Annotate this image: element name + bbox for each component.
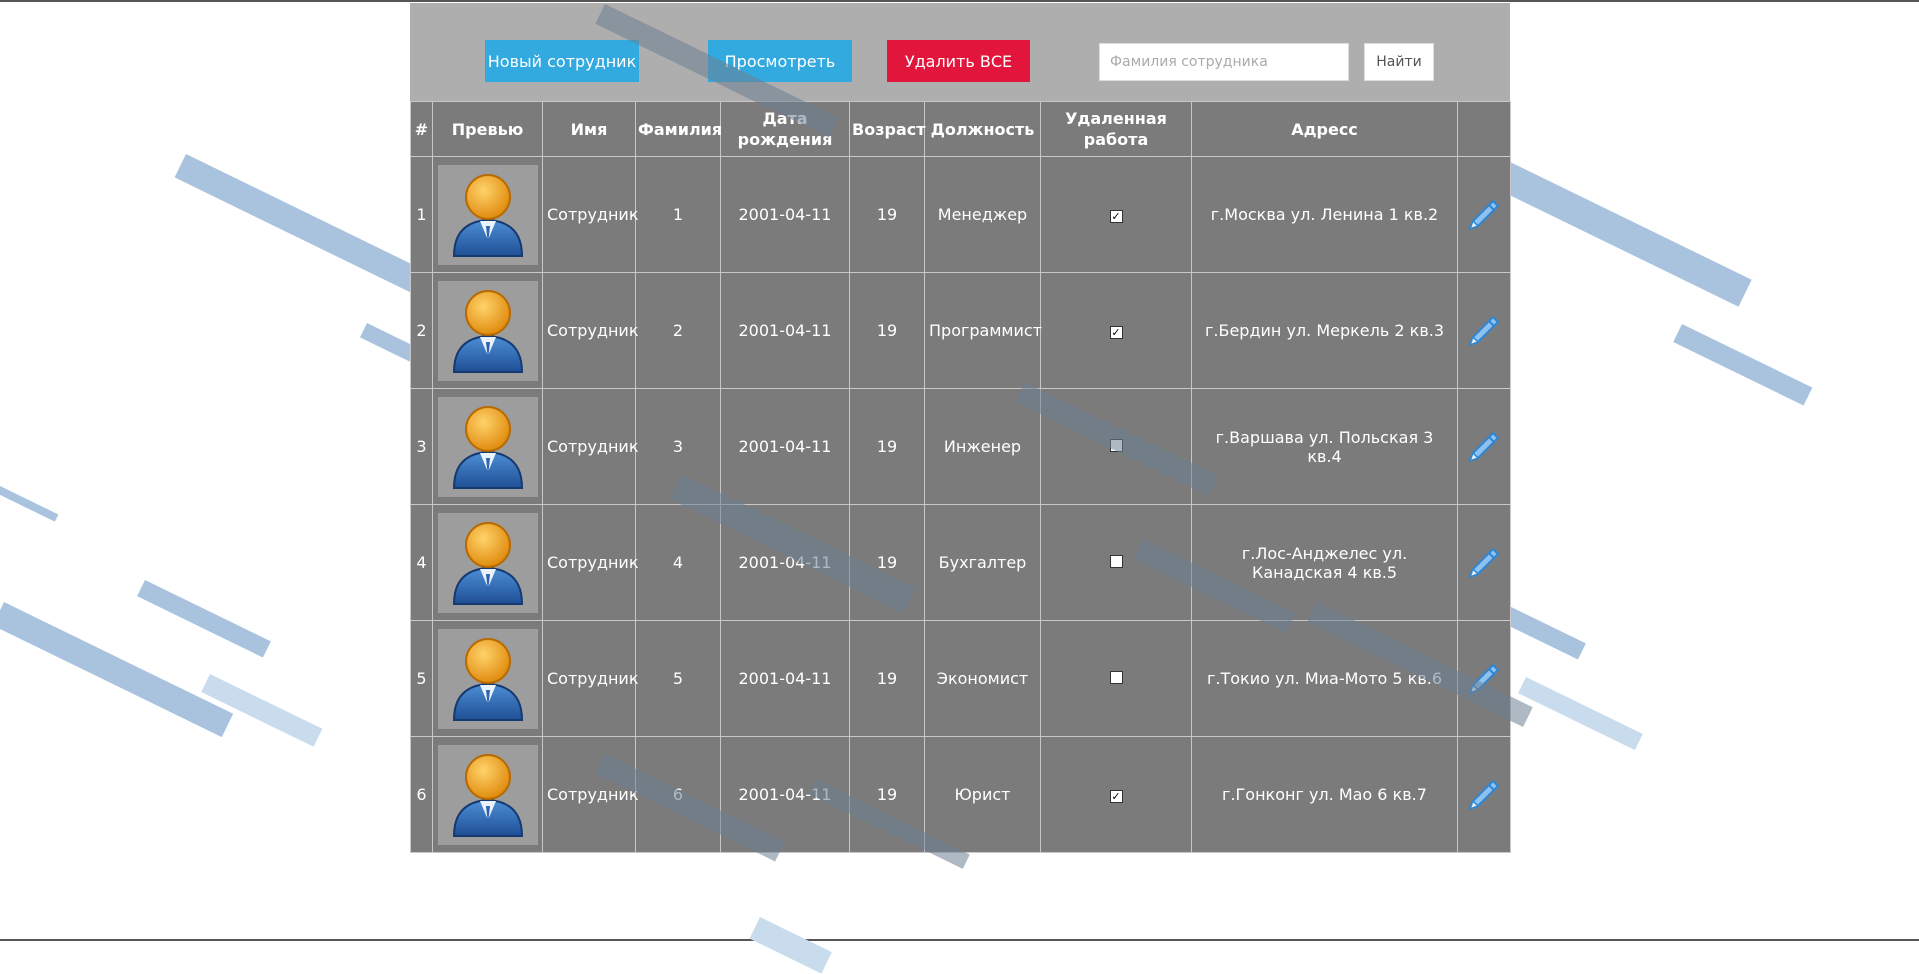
employee-table: # Превью Имя Фамилия Дата рождения Возра… [410, 101, 1511, 853]
cell-birth-date: 2001-04-11 [720, 156, 850, 273]
background-stripe [137, 580, 271, 658]
cell-birth-date: 2001-04-11 [720, 620, 850, 737]
cell-address: г.Гонконг ул. Мао 6 кв.7 [1191, 736, 1458, 853]
cell-first-name: Сотрудник [542, 620, 639, 737]
table-row: 1 Сотрудник 1 2001-04-11 19 Менеджер ✓ г… [410, 156, 1511, 273]
cell-position: Бухгалтер [924, 504, 1041, 621]
cell-num: 3 [410, 388, 433, 505]
cell-edit [1457, 156, 1511, 273]
cell-remote: ✓ [1040, 736, 1192, 853]
cell-edit [1457, 736, 1511, 853]
background-stripe [1673, 324, 1813, 406]
background-stripe [0, 486, 59, 522]
cell-position: Экономист [924, 620, 1041, 737]
column-header-last-name: Фамилия [635, 101, 722, 157]
cell-preview [432, 272, 543, 389]
cell-first-name: Сотрудник [542, 272, 639, 389]
cell-remote: ✓ [1040, 272, 1192, 389]
cell-preview [432, 620, 543, 737]
cell-num: 5 [410, 620, 433, 737]
user-avatar-icon[interactable] [437, 744, 538, 845]
cell-address: г.Бердин ул. Меркель 2 кв.3 [1191, 272, 1458, 389]
pencil-icon[interactable] [1462, 313, 1506, 349]
cell-position: Программист [924, 272, 1042, 389]
table-row: 2 Сотрудник 2 2001-04-11 19 Программист … [410, 272, 1511, 389]
cell-num: 4 [410, 504, 433, 621]
background-stripe [749, 917, 832, 974]
background-stripe [1518, 677, 1643, 751]
user-avatar-icon[interactable] [437, 280, 538, 381]
employee-panel: Новый сотрудник Просмотреть Удалить ВСЕ … [410, 3, 1511, 853]
toolbar: Новый сотрудник Просмотреть Удалить ВСЕ … [410, 3, 1510, 101]
table-row: 4 Сотрудник 4 2001-04-11 19 Бухгалтер г.… [410, 504, 1511, 621]
user-avatar-icon[interactable] [437, 396, 538, 497]
cell-first-name: Сотрудник [542, 736, 639, 853]
background-stripe [1486, 157, 1752, 307]
cell-first-name: Сотрудник [542, 156, 639, 273]
cell-num: 1 [410, 156, 433, 273]
cell-preview [432, 504, 543, 621]
column-header-remote: Удаленная работа [1040, 101, 1192, 157]
cell-address: г.Токио ул. Миа-Мото 5 кв.6 [1191, 620, 1458, 737]
user-avatar-icon[interactable] [437, 628, 538, 729]
cell-last-name: 2 [635, 272, 721, 389]
column-header-age: Возраст [849, 101, 926, 157]
cell-address: г.Варшава ул. Польская 3 кв.4 [1191, 388, 1458, 505]
pencil-icon[interactable] [1462, 429, 1506, 465]
cell-remote [1040, 620, 1192, 737]
cell-first-name: Сотрудник [542, 504, 639, 621]
cell-last-name: 5 [635, 620, 721, 737]
cell-address: г.Москва ул. Ленина 1 кв.2 [1191, 156, 1458, 273]
cell-last-name: 4 [635, 504, 721, 621]
cell-num: 6 [410, 736, 433, 853]
cell-edit [1457, 272, 1511, 389]
cell-preview [432, 736, 543, 853]
cell-preview [432, 156, 543, 273]
remote-checkbox[interactable]: ✓ [1109, 326, 1123, 339]
cell-num: 2 [410, 272, 433, 389]
pencil-icon[interactable] [1462, 777, 1506, 813]
cell-last-name: 1 [635, 156, 721, 273]
cell-birth-date: 2001-04-11 [720, 388, 850, 505]
cell-preview [432, 388, 543, 505]
cell-position: Менеджер [924, 156, 1041, 273]
table-row: 6 Сотрудник 2001-04-11 19 Юрист ✓ г.Гонк… [410, 736, 1511, 853]
remote-checkbox[interactable] [1109, 555, 1123, 568]
new-employee-button[interactable]: Новый сотрудник [485, 40, 639, 82]
remote-checkbox[interactable]: ✓ [1109, 790, 1123, 803]
cell-remote: ✓ [1040, 156, 1192, 273]
pencil-icon[interactable] [1462, 197, 1506, 233]
column-header-edit [1457, 101, 1511, 157]
cell-age: 19 [849, 388, 925, 505]
column-header-first-name: Имя [542, 101, 636, 157]
remote-checkbox[interactable] [1109, 671, 1123, 684]
cell-age: 19 [849, 620, 925, 737]
user-avatar-icon[interactable] [437, 512, 538, 613]
employee-lastname-search-input[interactable] [1099, 43, 1349, 81]
cell-edit [1457, 388, 1511, 505]
find-button[interactable]: Найти [1364, 43, 1434, 81]
cell-age: 19 [849, 156, 925, 273]
user-avatar-icon[interactable] [437, 164, 538, 265]
cell-position: Юрист [924, 736, 1041, 853]
remote-checkbox[interactable]: ✓ [1109, 210, 1123, 223]
column-header-address: Адресс [1191, 101, 1458, 157]
pencil-icon[interactable] [1462, 545, 1506, 581]
cell-birth-date: 2001-04-11 [720, 272, 850, 389]
delete-all-button[interactable]: Удалить ВСЕ [887, 40, 1030, 82]
column-header-num: # [410, 101, 433, 157]
cell-first-name: Сотрудник [542, 388, 639, 505]
table-row: 3 Сотрудник 3 2001-04-11 19 Инженер г.Ва… [410, 388, 1511, 505]
table-header-row: # Превью Имя Фамилия Дата рождения Возра… [410, 101, 1511, 157]
column-header-preview: Превью [432, 101, 543, 157]
cell-edit [1457, 504, 1511, 621]
column-header-position: Должность [924, 101, 1041, 157]
cell-age: 19 [849, 272, 925, 389]
